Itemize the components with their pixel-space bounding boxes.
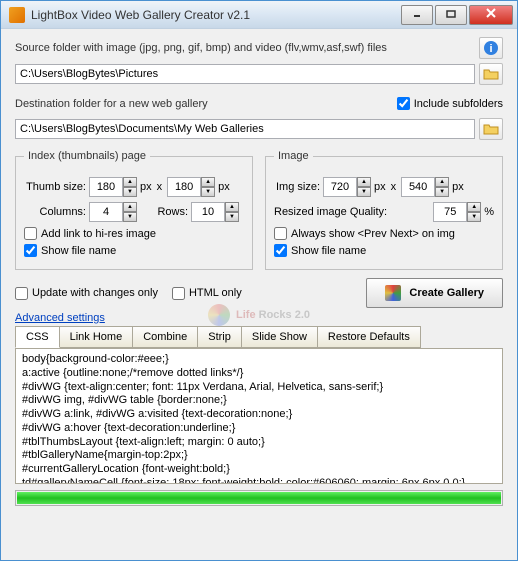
- rows-label: Rows:: [148, 206, 188, 218]
- update-only-checkbox[interactable]: [15, 287, 28, 300]
- dest-label: Destination folder for a new web gallery: [15, 98, 393, 110]
- include-subfolders-checkbox[interactable]: [397, 97, 410, 110]
- img-width-input[interactable]: [323, 177, 357, 197]
- info-button[interactable]: i: [479, 37, 503, 59]
- tab-restore-defaults[interactable]: Restore Defaults: [317, 326, 421, 348]
- spin-up[interactable]: ▲: [225, 202, 239, 212]
- spin-down[interactable]: ▼: [435, 187, 449, 197]
- quality-label: Resized image Quality:: [274, 206, 430, 218]
- rows-input[interactable]: [191, 202, 225, 222]
- spin-down[interactable]: ▼: [123, 187, 137, 197]
- dest-browse-button[interactable]: [479, 118, 503, 140]
- spin-up[interactable]: ▲: [435, 177, 449, 187]
- prevnext-checkbox[interactable]: [274, 227, 287, 240]
- img-showname-label: Show file name: [291, 245, 366, 257]
- columns-input[interactable]: [89, 202, 123, 222]
- quality-input[interactable]: [433, 202, 467, 222]
- thumb-height-input[interactable]: [167, 177, 201, 197]
- thumb-showname-label: Show file name: [41, 245, 116, 257]
- app-icon: [9, 7, 25, 23]
- gallery-icon: [385, 285, 401, 301]
- spin-up[interactable]: ▲: [123, 202, 137, 212]
- spin-down[interactable]: ▼: [201, 187, 215, 197]
- spin-up[interactable]: ▲: [467, 202, 481, 212]
- folder-icon: [483, 67, 499, 81]
- tabs: CSS Link Home Combine Strip Slide Show R…: [15, 326, 503, 348]
- tab-slideshow[interactable]: Slide Show: [241, 326, 318, 348]
- spin-up[interactable]: ▲: [123, 177, 137, 187]
- include-subfolders-label: Include subfolders: [414, 98, 503, 110]
- img-showname-checkbox[interactable]: [274, 244, 287, 257]
- columns-label: Columns:: [24, 206, 86, 218]
- image-legend: Image: [274, 150, 313, 162]
- source-browse-button[interactable]: [479, 63, 503, 85]
- dest-path-input[interactable]: [15, 119, 475, 139]
- spin-down[interactable]: ▼: [123, 212, 137, 222]
- spin-up[interactable]: ▲: [201, 177, 215, 187]
- img-size-label: Img size:: [274, 181, 320, 193]
- create-gallery-button[interactable]: Create Gallery: [366, 278, 503, 308]
- source-path-input[interactable]: [15, 64, 475, 84]
- css-textarea[interactable]: body{background-color:#eee;} a:active {o…: [15, 348, 503, 484]
- hires-checkbox[interactable]: [24, 227, 37, 240]
- html-only-checkbox[interactable]: [172, 287, 185, 300]
- source-label: Source folder with image (jpg, png, gif,…: [15, 42, 475, 54]
- thumb-showname-checkbox[interactable]: [24, 244, 37, 257]
- window-title: LightBox Video Web Gallery Creator v2.1: [31, 8, 401, 22]
- close-button[interactable]: [469, 5, 513, 25]
- thumb-width-input[interactable]: [89, 177, 123, 197]
- image-fieldset: Image Img size: ▲▼ px x ▲▼ px Resized im…: [265, 150, 503, 270]
- advanced-settings-link[interactable]: Advanced settings: [15, 312, 105, 324]
- thumbnails-fieldset: Index (thumbnails) page Thumb size: ▲▼ p…: [15, 150, 253, 270]
- thumb-size-label: Thumb size:: [24, 181, 86, 193]
- spin-down[interactable]: ▼: [225, 212, 239, 222]
- update-only-label: Update with changes only: [32, 287, 158, 299]
- tab-combine[interactable]: Combine: [132, 326, 198, 348]
- img-height-input[interactable]: [401, 177, 435, 197]
- tab-link-home[interactable]: Link Home: [59, 326, 134, 348]
- maximize-button[interactable]: [435, 5, 467, 25]
- hires-label: Add link to hi-res image: [41, 228, 156, 240]
- progress-bar: [15, 490, 503, 506]
- svg-text:i: i: [489, 43, 492, 55]
- tab-css[interactable]: CSS: [15, 326, 60, 348]
- folder-icon: [483, 122, 499, 136]
- minimize-button[interactable]: [401, 5, 433, 25]
- spin-down[interactable]: ▼: [467, 212, 481, 222]
- spin-down[interactable]: ▼: [357, 187, 371, 197]
- tab-strip[interactable]: Strip: [197, 326, 242, 348]
- prevnext-label: Always show <Prev Next> on img: [291, 228, 455, 240]
- spin-up[interactable]: ▲: [357, 177, 371, 187]
- thumbnails-legend: Index (thumbnails) page: [24, 150, 150, 162]
- html-only-label: HTML only: [189, 287, 242, 299]
